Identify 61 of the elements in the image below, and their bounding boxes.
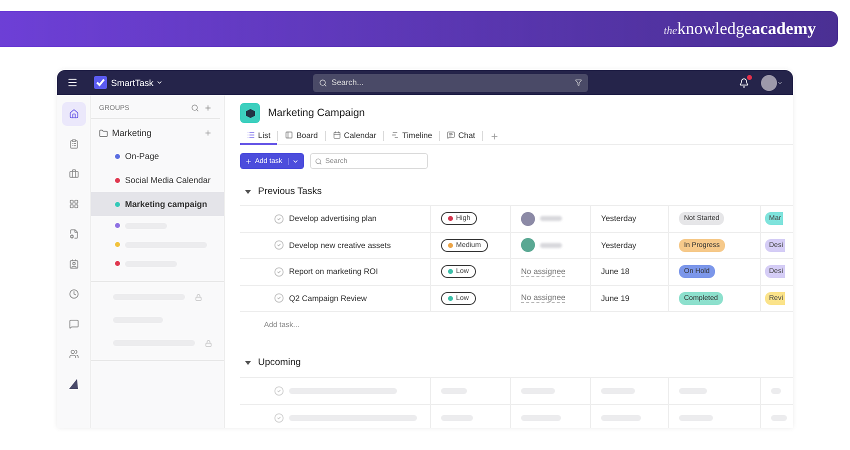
no-assignee-link[interactable]: No assignee	[521, 266, 566, 277]
plus-icon[interactable]	[204, 129, 212, 137]
project-icon	[240, 103, 260, 123]
view-tab[interactable]: Board	[278, 128, 325, 144]
plus-icon	[204, 104, 212, 112]
chat-icon	[447, 131, 456, 139]
avatar	[521, 238, 535, 252]
section-header[interactable]: Upcoming	[240, 357, 301, 368]
list-item[interactable]: On-Page	[91, 144, 224, 168]
checkmark-circle-icon[interactable]	[274, 413, 284, 423]
list-item[interactable]: Social Media Calendar	[91, 168, 224, 192]
task-name: Report on marketing ROI	[289, 267, 378, 276]
checkmark-circle-icon[interactable]	[274, 214, 284, 224]
plus-icon	[245, 158, 252, 164]
checkmark-circle-icon[interactable]	[274, 293, 284, 304]
section-header[interactable]: Previous Tasks	[240, 186, 322, 197]
folder-icon	[99, 128, 108, 138]
chevron-down-icon	[777, 80, 783, 86]
task-name: Develop advertising plan	[289, 214, 377, 224]
folder-item[interactable]: Marketing	[91, 119, 224, 138]
chevron-down-icon[interactable]	[292, 158, 300, 164]
app-name-dropdown[interactable]: SmartTask	[111, 78, 163, 88]
search-icon	[191, 104, 199, 112]
due-date: Yesterday	[601, 240, 636, 250]
blurred-name	[540, 242, 562, 248]
view-tab[interactable]: Chat	[440, 128, 482, 144]
avatar	[521, 212, 535, 226]
due-date: Yesterday	[601, 214, 636, 224]
search-field[interactable]: Search...	[312, 74, 588, 92]
timeline-icon	[391, 131, 400, 139]
task-name: Q2 Campaign Review	[289, 294, 367, 303]
no-assignee-link[interactable]: No assignee	[521, 293, 566, 304]
checkmark-circle-icon[interactable]	[274, 240, 284, 250]
task-name: Develop new creative assets	[289, 240, 391, 250]
view-tab[interactable]: Calendar	[326, 128, 384, 144]
project-title: Marketing Campaign	[268, 107, 365, 119]
checkbox-logo-icon	[94, 76, 107, 89]
due-date: June 18	[601, 267, 630, 276]
search-icon	[318, 78, 327, 86]
board-icon	[285, 131, 294, 139]
plus-icon	[490, 132, 500, 140]
avatar[interactable]	[761, 74, 777, 90]
notification-dot	[747, 74, 752, 80]
checkmark-circle-icon[interactable]	[274, 266, 284, 277]
due-date: June 19	[601, 294, 630, 303]
list-item[interactable]: Marketing campaign	[91, 192, 224, 216]
folder-label: Marketing	[112, 128, 153, 138]
lock-icon	[205, 340, 212, 346]
calendar-icon	[332, 131, 341, 139]
lock-icon	[195, 294, 202, 300]
filter-icon	[574, 79, 582, 86]
checkmark-circle-icon[interactable]	[274, 386, 284, 396]
brand-logo: theknowledgeacademy	[664, 19, 816, 39]
search-icon	[315, 158, 322, 164]
chevron-down-icon	[156, 79, 163, 86]
menu-icon[interactable]	[67, 77, 78, 88]
list-icon	[247, 131, 255, 139]
blurred-name	[540, 216, 562, 222]
view-tab[interactable]: Timeline	[384, 128, 440, 144]
home-icon[interactable]	[62, 102, 86, 126]
bell-icon[interactable]	[739, 78, 749, 88]
